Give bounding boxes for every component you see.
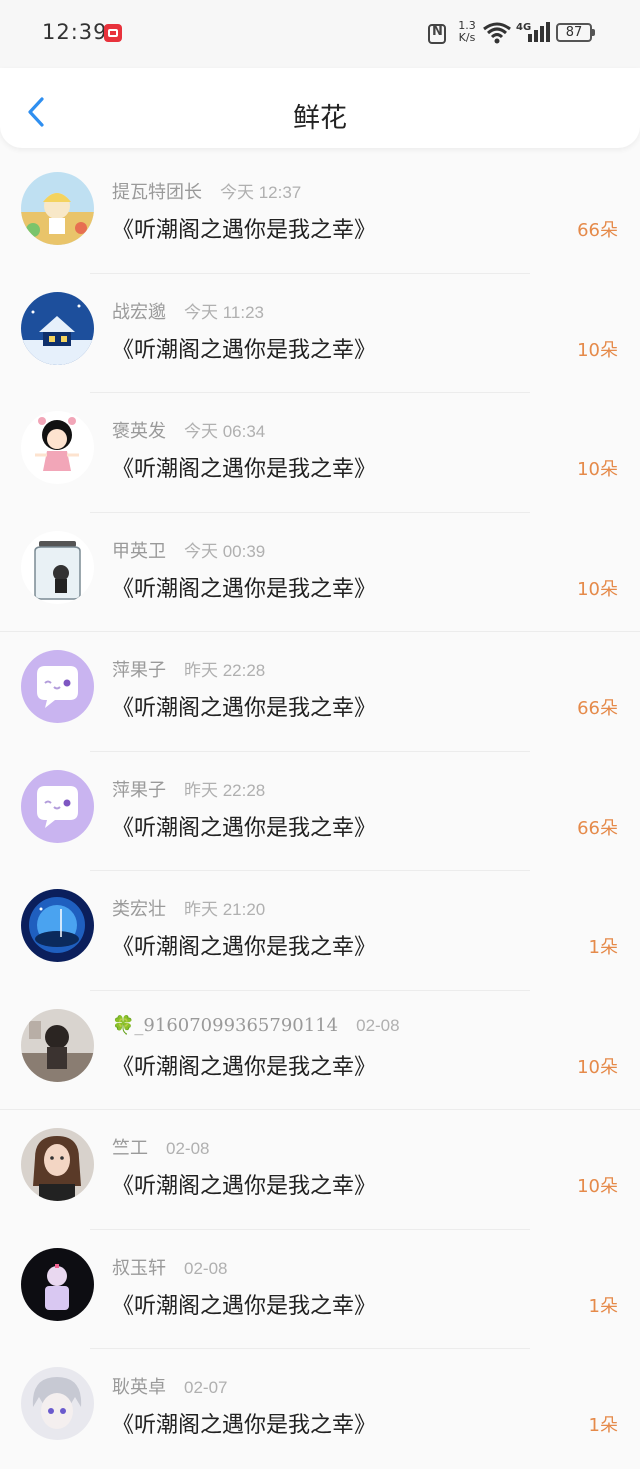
- book-title: 《听潮阁之遇你是我之幸》: [112, 935, 377, 960]
- flower-count: 66朵: [577, 817, 618, 839]
- book-title: 《听潮阁之遇你是我之幸》: [112, 576, 377, 602]
- avatar: [21, 1128, 94, 1201]
- network-speed-unit: K/s: [458, 31, 476, 44]
- sender-line: 耿英卓 02-07: [112, 1373, 227, 1399]
- book-title: 《听潮阁之遇你是我之幸》: [112, 337, 377, 363]
- avatar: [21, 769, 94, 843]
- flower-count: 1朵: [588, 1295, 618, 1317]
- book-title: 《听潮阁之遇你是我之幸》: [112, 1293, 377, 1319]
- book-title: 《听潮阁之遇你是我之幸》: [112, 696, 377, 721]
- send-time: 今天 00:39: [184, 541, 266, 561]
- list-item[interactable]: 🍀_91607099365790114 02-08 《听潮阁之遇你是我之幸》 10…: [0, 991, 640, 1110]
- battery-indicator: 87: [556, 23, 595, 42]
- flower-count: 1朵: [588, 937, 618, 958]
- sender-line: 萍果子 昨天 22:28: [112, 776, 265, 802]
- book-title: 《听潮阁之遇你是我之幸》: [112, 457, 377, 482]
- network-speed: 1.3 K/s: [455, 20, 479, 44]
- avatar: [21, 411, 94, 484]
- flower-count: 66朵: [577, 220, 618, 241]
- nfc-icon: [428, 24, 446, 44]
- send-time: 今天 06:34: [184, 422, 266, 441]
- cellular-signal-icon: 4G: [516, 22, 550, 42]
- list-item[interactable]: 竺工 02-08 《听潮阁之遇你是我之幸》 10朵: [0, 1110, 640, 1230]
- book-title: 《听潮阁之遇你是我之幸》: [112, 1174, 377, 1199]
- avatar: [21, 1008, 94, 1082]
- flower-count: 10朵: [577, 339, 618, 361]
- list-item[interactable]: 甲英卫 今天 00:39 《听潮阁之遇你是我之幸》 10朵: [0, 513, 640, 632]
- flower-count: 10朵: [577, 578, 618, 600]
- book-title: 《听潮阁之遇你是我之幸》: [112, 1054, 377, 1080]
- list-item[interactable]: 耿英卓 02-07 《听潮阁之遇你是我之幸》 1朵: [0, 1349, 640, 1469]
- sender-line: 🍀_91607099365790114 02-08: [112, 1015, 400, 1036]
- clock: 12:39: [42, 20, 108, 44]
- header: 鲜花: [0, 68, 640, 148]
- status-bar: 12:39 1.3 K/s 4G 87: [0, 0, 640, 68]
- sender-name: 叔玉轩: [112, 1257, 166, 1279]
- flower-count: 1朵: [588, 1415, 618, 1436]
- flower-count: 10朵: [577, 1056, 618, 1078]
- sender-name: 🍀_91607099365790114: [112, 1014, 339, 1036]
- list-item[interactable]: 提瓦特团长 今天 12:37 《听潮阁之遇你是我之幸》 66朵: [0, 154, 640, 274]
- sender-name: 褒英发: [112, 421, 166, 442]
- flower-list: 提瓦特团长 今天 12:37 《听潮阁之遇你是我之幸》 66朵 战宏邈 今天 11:…: [0, 154, 640, 1469]
- book-title: 《听潮阁之遇你是我之幸》: [112, 218, 377, 243]
- sender-name: 类宏壮: [112, 899, 166, 920]
- sender-line: 褒英发 今天 06:34: [112, 417, 265, 443]
- app-notification-icon: [104, 24, 122, 42]
- send-time: 昨天 22:28: [184, 780, 266, 800]
- sender-line: 类宏壮 昨天 21:20: [112, 895, 265, 921]
- wifi-icon: [483, 22, 511, 44]
- flower-count: 10朵: [577, 1176, 618, 1197]
- avatar: [21, 291, 94, 365]
- flower-count: 10朵: [577, 459, 618, 480]
- book-title: 《听潮阁之遇你是我之幸》: [112, 815, 377, 841]
- list-item[interactable]: 类宏壮 昨天 21:20 《听潮阁之遇你是我之幸》 1朵: [0, 871, 640, 991]
- send-time: 今天 11:23: [184, 302, 265, 322]
- page-title: 鲜花: [293, 103, 347, 134]
- sender-name: 耿英卓: [112, 1377, 166, 1398]
- avatar: [21, 650, 94, 723]
- sender-name: 甲英卫: [112, 540, 166, 562]
- list-item[interactable]: 萍果子 昨天 22:28 《听潮阁之遇你是我之幸》 66朵: [0, 752, 640, 871]
- sender-name: 萍果子: [112, 779, 166, 801]
- sender-line: 提瓦特团长 今天 12:37: [112, 178, 301, 204]
- send-time: 02-08: [356, 1015, 400, 1035]
- avatar: [21, 172, 94, 245]
- avatar: [21, 1367, 94, 1440]
- book-title: 《听潮阁之遇你是我之幸》: [112, 1413, 377, 1438]
- send-time: 昨天 21:20: [184, 900, 266, 919]
- list-item[interactable]: 战宏邈 今天 11:23 《听潮阁之遇你是我之幸》 10朵: [0, 274, 640, 393]
- list-item[interactable]: 萍果子 昨天 22:28 《听潮阁之遇你是我之幸》 66朵: [0, 632, 640, 752]
- sender-line: 战宏邈 今天 11:23: [112, 298, 264, 324]
- send-time: 02-07: [184, 1378, 228, 1397]
- sender-line: 竺工 02-08: [112, 1134, 209, 1160]
- send-time: 02-08: [184, 1258, 228, 1278]
- sender-line: 叔玉轩 02-08: [112, 1254, 227, 1280]
- sender-name: 萍果子: [112, 660, 166, 681]
- avatar: [21, 1247, 94, 1321]
- list-item[interactable]: 叔玉轩 02-08 《听潮阁之遇你是我之幸》 1朵: [0, 1230, 640, 1349]
- list-item[interactable]: 褒英发 今天 06:34 《听潮阁之遇你是我之幸》 10朵: [0, 393, 640, 513]
- sender-line: 甲英卫 今天 00:39: [112, 537, 265, 563]
- send-time: 今天 12:37: [220, 183, 302, 202]
- sender-name: 战宏邈: [112, 301, 166, 323]
- network-type-label: 4G: [516, 22, 531, 33]
- sender-line: 萍果子 昨天 22:28: [112, 656, 265, 682]
- flower-count: 66朵: [577, 698, 618, 719]
- sender-name: 提瓦特团长: [112, 182, 202, 203]
- send-time: 昨天 22:28: [184, 661, 266, 680]
- sender-name: 竺工: [112, 1138, 148, 1159]
- send-time: 02-08: [166, 1139, 210, 1158]
- avatar: [21, 530, 94, 604]
- avatar: [21, 889, 94, 962]
